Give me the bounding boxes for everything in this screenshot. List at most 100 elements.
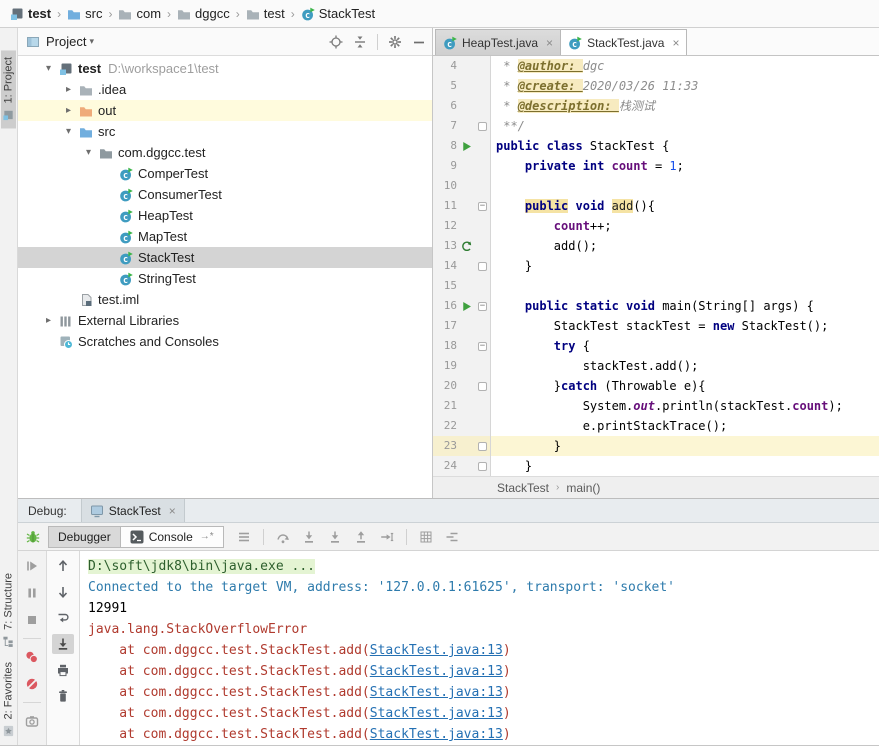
code-line-14[interactable]: 14 } — [433, 256, 879, 276]
code-line-17[interactable]: 17 StackTest stackTest = new StackTest()… — [433, 316, 879, 336]
code-line-4[interactable]: 4 * @author: dgc — [433, 56, 879, 76]
debug-tab-debugger[interactable]: Debugger — [48, 525, 121, 548]
resume-icon[interactable] — [21, 556, 43, 576]
stack-trace-link[interactable]: StackTest.java:13 — [370, 643, 503, 658]
code-line-6[interactable]: 6 * @description: 栈测试 — [433, 96, 879, 116]
fold-marker-icon[interactable]: − — [478, 301, 487, 311]
fold-marker-icon[interactable] — [478, 461, 487, 471]
code-line-23[interactable]: 23 } — [433, 436, 879, 456]
code-line-24[interactable]: 24 } — [433, 456, 879, 476]
stack-trace-link[interactable]: StackTest.java:13 — [370, 706, 503, 721]
code-line-20[interactable]: 20 }catch (Throwable e){ — [433, 376, 879, 396]
tree-item-stacktest[interactable]: c StackTest — [18, 247, 432, 268]
debug-session-tab[interactable]: StackTest × — [80, 499, 185, 522]
tree-collapsed-arrow-icon[interactable]: ▸ — [60, 105, 77, 116]
locate-icon[interactable] — [329, 35, 343, 49]
breadcrumb-item-test[interactable]: test — [244, 6, 287, 21]
print-icon[interactable] — [52, 660, 74, 680]
code-line-7[interactable]: 7 **/ — [433, 116, 879, 136]
tool-window-button-7-structure[interactable]: 7: Structure — [1, 566, 16, 655]
tree-expanded-arrow-icon[interactable]: ▾ — [60, 126, 77, 137]
code-line-9[interactable]: 9 private int count = 1; — [433, 156, 879, 176]
tree-item-maptest[interactable]: c MapTest — [18, 226, 432, 247]
up-icon[interactable] — [52, 556, 74, 576]
fold-marker-icon[interactable]: − — [478, 341, 487, 351]
editor-tab-heaptest-java[interactable]: c HeapTest.java × — [435, 29, 562, 55]
tree-collapsed-arrow-icon[interactable]: ▸ — [60, 84, 77, 95]
down-icon[interactable] — [52, 582, 74, 602]
fold-marker-icon[interactable] — [478, 121, 487, 131]
tree-collapsed-arrow-icon[interactable]: ▸ — [40, 315, 57, 326]
fold-marker-icon[interactable] — [478, 261, 487, 271]
menu-icon[interactable] — [237, 530, 251, 544]
tree-item-com-dggcc-test[interactable]: ▾ com.dggcc.test — [18, 142, 432, 163]
editor-breadcrumb-item-stacktest[interactable]: StackTest — [497, 481, 549, 495]
breadcrumb-item-stacktest[interactable]: c StackTest — [299, 6, 377, 21]
stack-trace-link[interactable]: StackTest.java:13 — [370, 685, 503, 700]
tree-item-test-iml[interactable]: test.iml — [18, 289, 432, 310]
camera-icon[interactable] — [21, 711, 43, 731]
breakpoints-icon[interactable] — [21, 647, 43, 667]
code-line-10[interactable]: 10 — [433, 176, 879, 196]
code-area[interactable]: 4 * @author: dgc 5 * @create: 2020/03/26 … — [433, 56, 879, 476]
scroll-end-icon[interactable] — [52, 634, 74, 654]
breadcrumb-item-src[interactable]: src — [65, 6, 104, 21]
step-into-icon[interactable] — [302, 530, 316, 544]
tree-item-scratches-and-consoles[interactable]: Scratches and Consoles — [18, 331, 432, 352]
close-icon[interactable]: × — [169, 504, 176, 518]
tree-item-test[interactable]: ▾ test D:\workspace1\test — [18, 58, 432, 79]
breadcrumb-item-dggcc[interactable]: dggcc — [175, 6, 232, 21]
clear-icon[interactable] — [52, 686, 74, 706]
view-breakpoints-icon[interactable] — [419, 530, 433, 544]
editor-breadcrumb-item-main[interactable]: main() — [566, 481, 600, 495]
debug-tab-console[interactable]: Console →* — [119, 525, 224, 548]
recursion-icon[interactable] — [460, 240, 473, 253]
console-output[interactable]: D:\soft\jdk8\bin\java.exe ... Connected t… — [80, 551, 879, 745]
code-line-12[interactable]: 12 count++; — [433, 216, 879, 236]
tree-item-out[interactable]: ▸ out — [18, 100, 432, 121]
tree-item-consumertest[interactable]: c ConsumerTest — [18, 184, 432, 205]
tree-item-compertest[interactable]: c ComperTest — [18, 163, 432, 184]
close-icon[interactable]: × — [672, 36, 679, 50]
step-out-icon[interactable] — [354, 530, 368, 544]
code-line-19[interactable]: 19 stackTest.add(); — [433, 356, 879, 376]
breadcrumb-item-test[interactable]: test — [8, 6, 53, 21]
pin-icon[interactable]: →* — [200, 531, 214, 542]
chevron-down-icon[interactable]: ▾ — [89, 36, 94, 47]
hide-icon[interactable] — [412, 35, 426, 49]
code-line-22[interactable]: 22 e.printStackTrace(); — [433, 416, 879, 436]
tree-item-heaptest[interactable]: c HeapTest — [18, 205, 432, 226]
code-line-11[interactable]: 11 − public void add(){ — [433, 196, 879, 216]
tool-window-button-2-favorites[interactable]: 2: Favorites — [1, 655, 16, 744]
soft-wrap-icon[interactable] — [52, 608, 74, 628]
run-to-cursor-icon[interactable] — [380, 530, 394, 544]
run-icon[interactable] — [460, 300, 473, 313]
collapse-all-icon[interactable] — [353, 35, 367, 49]
close-icon[interactable]: × — [546, 36, 553, 50]
tree-expanded-arrow-icon[interactable]: ▾ — [80, 147, 97, 158]
project-panel-title[interactable]: Project — [46, 34, 86, 49]
stop-icon[interactable] — [21, 610, 43, 630]
tree-item-stringtest[interactable]: c StringTest — [18, 268, 432, 289]
step-over-icon[interactable] — [276, 530, 290, 544]
fold-marker-icon[interactable]: − — [478, 201, 487, 211]
breadcrumb-item-com[interactable]: com — [116, 6, 163, 21]
run-icon[interactable] — [460, 140, 473, 153]
stack-trace-link[interactable]: StackTest.java:13 — [370, 727, 503, 742]
code-line-16[interactable]: 16 − public static void main(String[] arg… — [433, 296, 879, 316]
code-line-21[interactable]: 21 System.out.println(stackTest.count); — [433, 396, 879, 416]
stack-trace-link[interactable]: StackTest.java:13 — [370, 664, 503, 679]
fold-marker-icon[interactable] — [478, 381, 487, 391]
code-line-18[interactable]: 18 − try { — [433, 336, 879, 356]
tree-item-external-libraries[interactable]: ▸ External Libraries — [18, 310, 432, 331]
fold-marker-icon[interactable] — [478, 441, 487, 451]
code-line-5[interactable]: 5 * @create: 2020/03/26 11:33 — [433, 76, 879, 96]
tree-expanded-arrow-icon[interactable]: ▾ — [40, 63, 57, 74]
tree-item-src[interactable]: ▾ src — [18, 121, 432, 142]
code-line-8[interactable]: 8 public class StackTest { — [433, 136, 879, 156]
tree-item-idea[interactable]: ▸ .idea — [18, 79, 432, 100]
mute-breakpoints-icon[interactable] — [21, 674, 43, 694]
settings-icon[interactable] — [388, 35, 402, 49]
layout-icon[interactable] — [445, 530, 459, 544]
force-step-into-icon[interactable] — [328, 530, 342, 544]
